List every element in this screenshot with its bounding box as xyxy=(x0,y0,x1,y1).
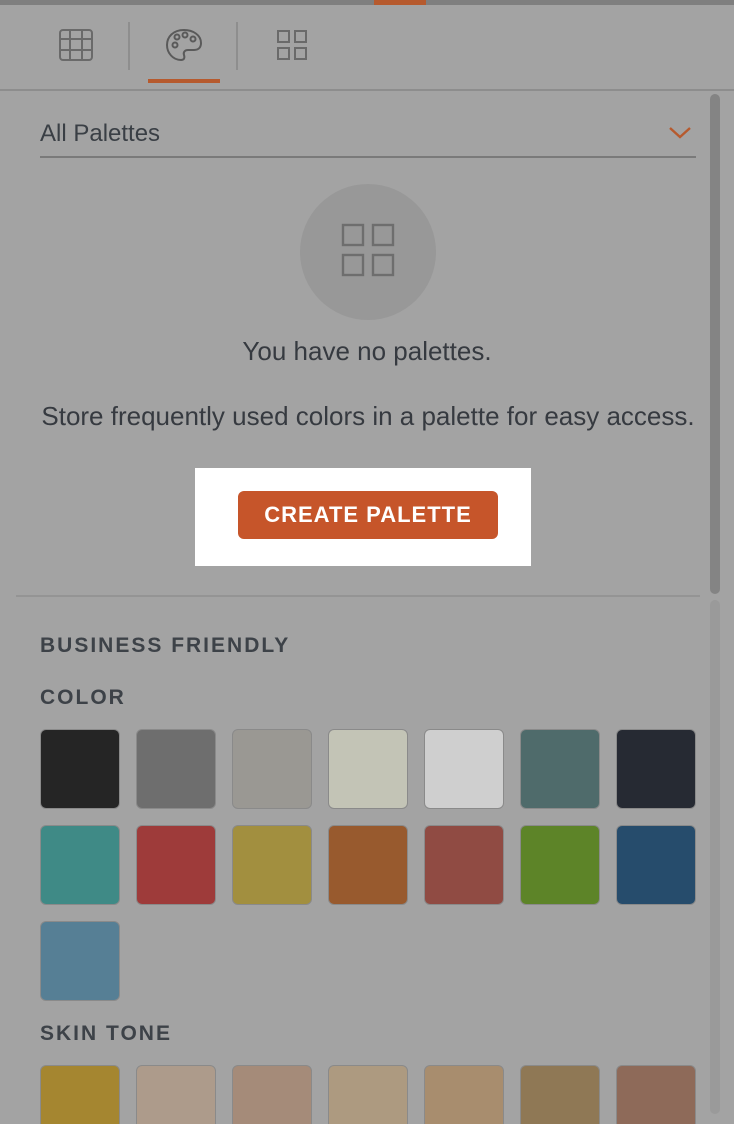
color-swatch[interactable] xyxy=(328,729,408,809)
toolbar-divider xyxy=(0,89,734,91)
color-swatch[interactable] xyxy=(616,825,696,905)
color-swatch[interactable] xyxy=(136,825,216,905)
empty-state-illustration xyxy=(300,184,436,320)
tab-palette[interactable] xyxy=(148,5,220,85)
color-swatch[interactable] xyxy=(232,825,312,905)
four-squares-icon xyxy=(276,29,308,61)
tab-layout[interactable] xyxy=(256,5,328,85)
color-swatch[interactable] xyxy=(424,1065,504,1124)
empty-state-description: Store frequently used colors in a palett… xyxy=(41,401,695,431)
color-swatch[interactable] xyxy=(40,825,120,905)
color-swatch[interactable] xyxy=(520,729,600,809)
color-swatch[interactable] xyxy=(424,729,504,809)
color-swatch[interactable] xyxy=(424,825,504,905)
color-swatch[interactable] xyxy=(328,1065,408,1124)
create-palette-button[interactable]: CREATE PALETTE xyxy=(238,491,498,539)
tab-separator xyxy=(236,22,238,70)
tab-grid[interactable] xyxy=(40,5,112,85)
color-swatch[interactable] xyxy=(328,825,408,905)
palette-filter-dropdown[interactable]: All Palettes xyxy=(40,112,696,158)
color-swatch[interactable] xyxy=(520,825,600,905)
color-section-label: COLOR xyxy=(40,686,126,709)
group-title: BUSINESS FRIENDLY xyxy=(40,634,291,657)
color-swatch[interactable] xyxy=(616,729,696,809)
color-swatch[interactable] xyxy=(520,1065,600,1124)
scrollbar-track[interactable] xyxy=(710,600,720,1114)
color-swatch[interactable] xyxy=(232,1065,312,1124)
color-swatch[interactable] xyxy=(136,729,216,809)
table-grid-icon xyxy=(58,28,94,62)
section-divider xyxy=(16,595,700,597)
four-squares-icon xyxy=(341,223,395,282)
color-swatch[interactable] xyxy=(616,1065,696,1124)
color-swatch[interactable] xyxy=(136,1065,216,1124)
color-swatch[interactable] xyxy=(232,729,312,809)
color-swatch[interactable] xyxy=(40,1065,120,1124)
tab-active-indicator xyxy=(148,79,220,83)
empty-state-title: You have no palettes. xyxy=(242,336,492,366)
tab-separator xyxy=(128,22,130,70)
dropdown-value: All Palettes xyxy=(40,120,161,147)
skin-tone-section-label: SKIN TONE xyxy=(40,1022,172,1045)
chevron-down-icon xyxy=(668,126,692,145)
toolbar xyxy=(0,5,734,91)
color-swatch[interactable] xyxy=(40,921,120,1001)
color-swatch[interactable] xyxy=(40,729,120,809)
palette-icon xyxy=(164,27,204,63)
